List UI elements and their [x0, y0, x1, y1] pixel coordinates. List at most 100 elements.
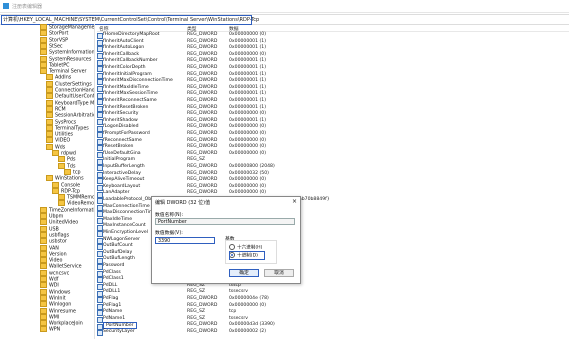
value-type: REG_SZ	[187, 309, 206, 315]
window-title: 注册表编辑器	[12, 4, 43, 10]
value-type: REG_DWORD	[187, 65, 218, 70]
value-name: fInheritAutoLogon	[103, 45, 145, 51]
folder-icon	[40, 282, 47, 289]
value-list[interactable]: 名称 类型 数据 fHomeDirectoryMapRoot REG_DWORD 0…	[97, 24, 569, 339]
folder-icon	[52, 150, 59, 156]
value-name-label: 数值名称(N):	[155, 213, 184, 218]
value-type: REG_DWORD	[187, 164, 218, 169]
value-name: PdClass1	[103, 276, 124, 282]
value-data: tcp	[229, 309, 237, 315]
address-text[interactable]: 计算机\HKEY_LOCAL_MACHINE\SYSTEM\CurrentCon…	[3, 16, 259, 23]
value-name: MinEncryptionLevel	[103, 230, 148, 235]
value-type: REG_DWORD	[187, 32, 218, 37]
hex-radio-label: 十六进制(H)	[237, 245, 263, 251]
value-name: Password	[103, 263, 125, 268]
folder-icon	[40, 276, 47, 282]
folder-icon	[40, 288, 47, 295]
value-data: 0x00000001 (1)	[229, 65, 266, 70]
value-data: 0x00000000 (0)	[229, 111, 266, 117]
hex-radio-dot[interactable]	[229, 244, 235, 250]
value-data: 0x00000001 (1)	[229, 98, 266, 103]
dec-radio-highlight	[229, 251, 265, 260]
value-data-field[interactable]: 3390	[155, 237, 215, 244]
folder-icon	[40, 30, 47, 37]
value-type: REG_DWORD	[187, 45, 218, 51]
value-data: 0x00000800 (2048)	[229, 164, 275, 169]
folder-icon	[40, 307, 47, 314]
folder-icon	[40, 244, 47, 251]
value-name: fInheritMaxSessionTime	[103, 91, 158, 97]
value-type: REG_DWORD	[187, 296, 218, 301]
value-data: 0x0000004e (78)	[229, 296, 269, 301]
value-type: REG_DWORD	[187, 322, 218, 328]
header-name[interactable]: 名称	[99, 25, 109, 32]
value-data: 0x00000000 (0)	[229, 150, 266, 156]
folder-icon	[40, 68, 47, 75]
header-type[interactable]: 类型	[187, 25, 197, 32]
value-name: PdDLL1	[103, 289, 121, 295]
value-name: fInheritMaxDisconnectionTime	[103, 78, 173, 84]
folder-icon	[40, 42, 47, 49]
folder-icon	[40, 257, 47, 264]
folder-icon	[58, 194, 65, 201]
tree-node-label: WPN	[49, 327, 61, 333]
value-name: InitialProgram	[103, 157, 136, 163]
folder-icon	[40, 24, 47, 30]
folder-icon	[46, 105, 53, 112]
folder-icon	[40, 36, 47, 43]
tree-node[interactable]: WPN	[40, 326, 60, 333]
folder-icon	[40, 294, 47, 301]
value-data: tssecsrv	[229, 289, 248, 295]
value-type: REG_DWORD	[187, 111, 218, 117]
folder-icon	[52, 187, 59, 194]
header-data[interactable]: 数据	[229, 25, 239, 32]
value-type: REG_DWORD	[187, 58, 218, 64]
dialog-title: 编辑 DWORD (32 位)值	[155, 200, 211, 206]
value-name: OutBufCount	[103, 243, 133, 249]
list-header: 名称 类型 数据	[97, 24, 569, 32]
folder-icon	[46, 112, 53, 119]
close-icon[interactable]: ×	[292, 198, 297, 205]
value-type: REG_DWORD	[187, 329, 218, 334]
folder-icon	[40, 301, 47, 308]
value-type: REG_DWORD	[187, 91, 218, 97]
value-name: PdName	[103, 309, 123, 315]
value-data: 0x00000001 (1)	[229, 78, 266, 84]
folder-icon	[58, 156, 65, 163]
key-tree[interactable]: StorageManagement StorPort StorVSP StSec Sys…	[0, 24, 95, 339]
window-titlebar: 注册表编辑器	[0, 0, 569, 13]
value-name-field[interactable]: PortNumber	[155, 218, 295, 225]
value-data-label: 数值数据(V):	[155, 231, 183, 236]
value-name: PdFlag	[103, 296, 119, 301]
folder-icon	[52, 181, 59, 188]
value-data: 0x00000000 (0)	[229, 32, 266, 37]
value-data: 0x00000000 (0)	[229, 144, 266, 150]
folder-icon	[40, 320, 47, 327]
value-data: 0x00000d3d (3390)	[229, 322, 275, 328]
value-data: 0x00000000 (0)	[229, 177, 266, 183]
folder-icon	[46, 131, 53, 138]
value-type: REG_DWORD	[187, 98, 218, 103]
value-name: fInheritCallbackNumber	[103, 58, 158, 64]
folder-icon	[40, 225, 47, 232]
value-name: SecurityLayer	[103, 329, 135, 334]
cancel-button[interactable]: 取消	[264, 269, 294, 277]
folder-icon	[40, 49, 47, 56]
value-name: OutBufLength	[103, 256, 135, 262]
value-name: PdName1	[103, 315, 126, 321]
value-name: fInheritReconnectSame	[103, 98, 157, 103]
folder-icon	[46, 143, 53, 150]
ok-button[interactable]: 确定	[229, 269, 259, 277]
value-data: 0x00000001 (1)	[229, 45, 266, 51]
value-type: REG_DWORD	[187, 131, 218, 136]
folder-icon	[64, 168, 71, 175]
hex-radio[interactable]: 十六进制(H)	[229, 244, 262, 251]
pane-splitter[interactable]	[94, 24, 95, 339]
folder-icon	[40, 213, 47, 219]
value-type: REG_DWORD	[187, 78, 218, 84]
folder-icon	[40, 326, 47, 333]
value-name: fHomeDirectoryMapRoot	[103, 32, 160, 37]
folder-icon	[40, 206, 47, 213]
folder-icon	[46, 175, 53, 182]
value-name: fResetBroken	[103, 144, 134, 150]
